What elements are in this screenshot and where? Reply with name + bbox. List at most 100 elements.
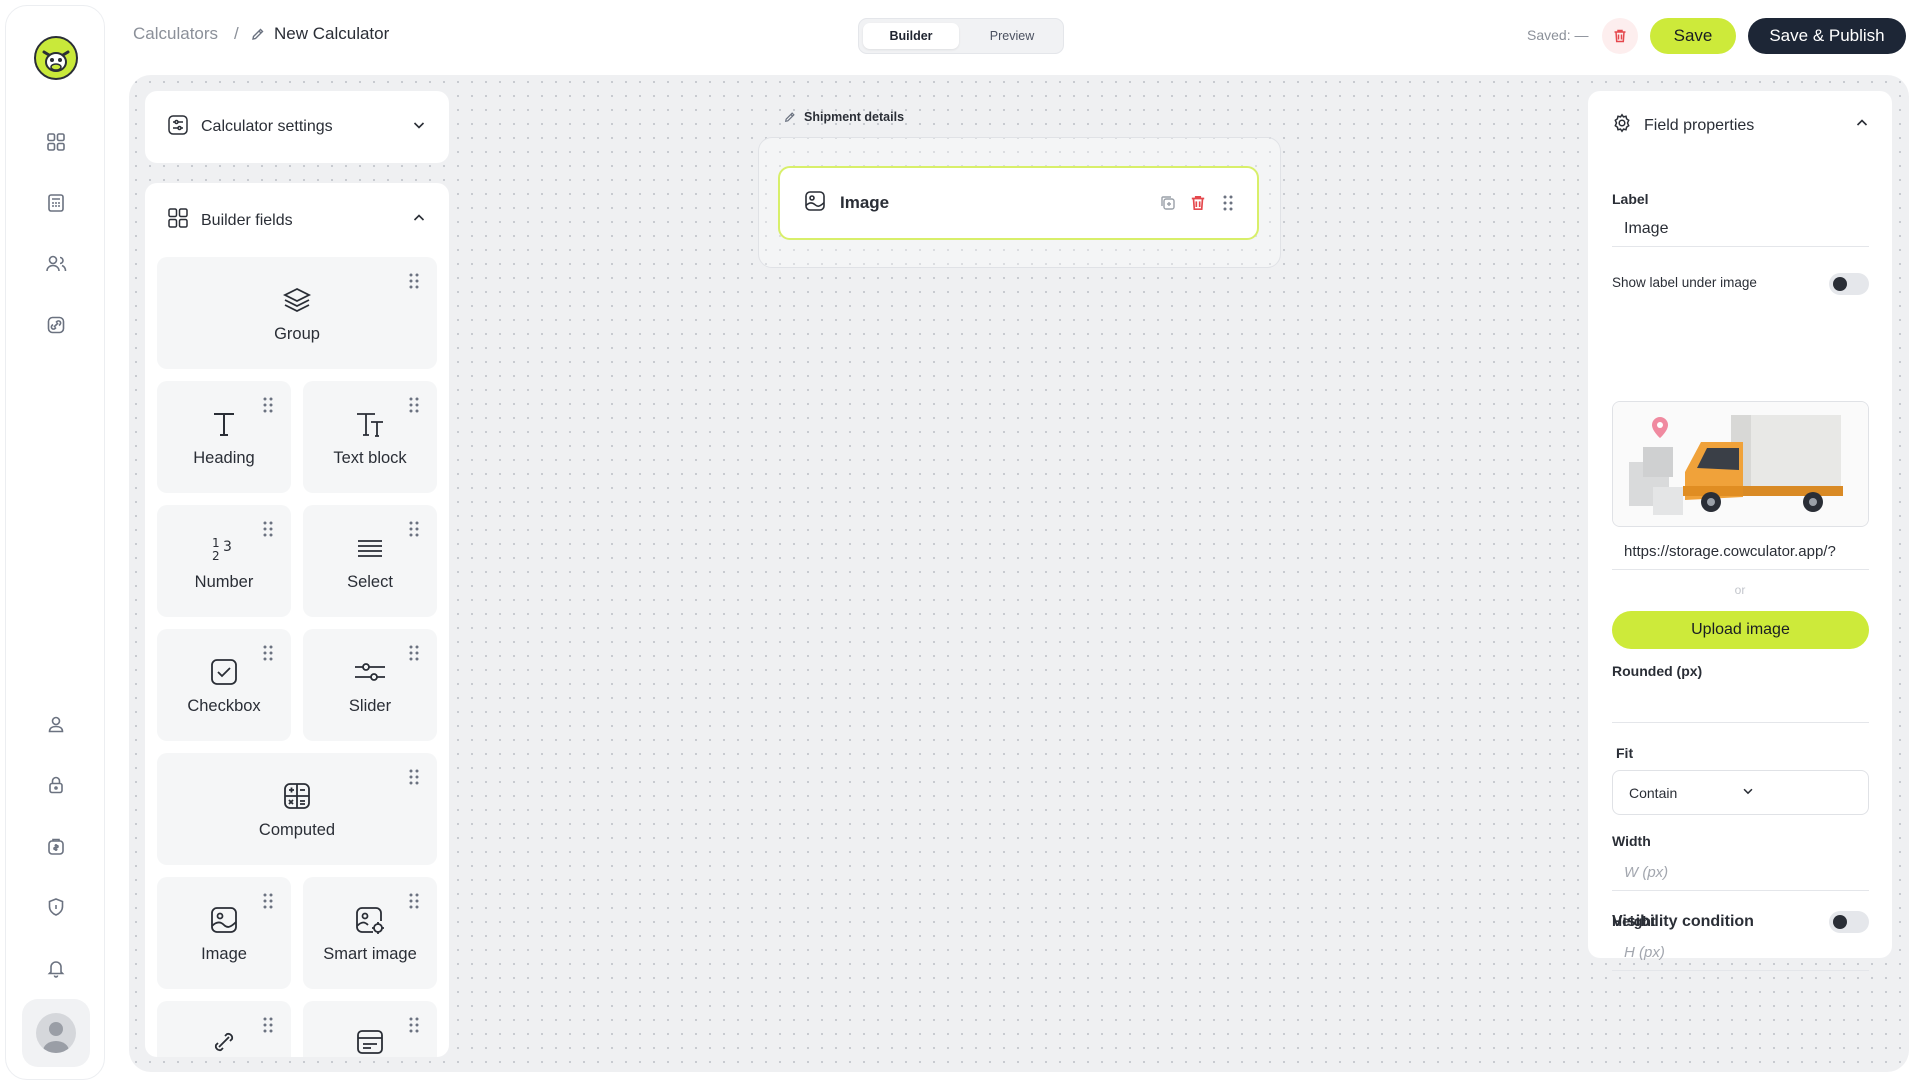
visibility-toggle[interactable] (1829, 911, 1869, 933)
avatar-icon (36, 1013, 76, 1053)
fit-select-value: Contain (1629, 784, 1678, 801)
saved-status: Saved: — (1527, 27, 1589, 43)
edit-icon[interactable] (251, 27, 265, 46)
chevron-up-icon[interactable] (411, 210, 427, 231)
chevron-down-icon (1741, 784, 1853, 801)
drag-handle-icon[interactable] (409, 893, 419, 914)
dashboard-icon[interactable] (43, 129, 69, 155)
save-publish-button[interactable]: Save & Publish (1748, 18, 1906, 54)
tab-builder[interactable]: Builder (863, 23, 959, 49)
field-tile-label: Slider (348, 696, 392, 715)
shield-icon[interactable] (43, 894, 69, 920)
billing-icon[interactable] (43, 833, 69, 859)
field-tile-label: Checkbox (187, 696, 261, 715)
cow-logo-icon[interactable] (34, 36, 78, 80)
fit-title: Fit (1616, 745, 1634, 761)
show-label-toggle[interactable] (1829, 273, 1869, 295)
number-icon: 132 (209, 531, 239, 565)
image-preview[interactable] (1612, 401, 1869, 527)
gear-icon (1612, 113, 1632, 138)
calculator-settings-panel[interactable]: Calculator settings (145, 91, 449, 163)
calculator-icon[interactable] (43, 190, 69, 216)
trash-icon[interactable] (1189, 194, 1207, 212)
heading-icon (209, 407, 239, 441)
delete-button[interactable] (1602, 18, 1638, 54)
field-tile-label: Computed (258, 820, 336, 839)
width-title: Width (1612, 833, 1651, 849)
field-tile-select[interactable]: Select (303, 505, 437, 617)
field-tile-label: Number (194, 572, 254, 591)
field-tile-image[interactable]: Image (157, 877, 291, 989)
label-input[interactable]: Image (1612, 211, 1869, 247)
layers-icon (282, 283, 312, 317)
checkbox-icon (209, 655, 239, 689)
height-input[interactable]: H (px) (1612, 935, 1869, 971)
image-url-input[interactable]: https://storage.cowculator.app/? (1612, 534, 1869, 570)
drag-handle-icon[interactable] (409, 1017, 419, 1038)
field-tile-text-block[interactable]: Text block (303, 381, 437, 493)
field-tile-label: Smart image (323, 944, 417, 963)
field-tile-slider[interactable]: Slider (303, 629, 437, 741)
grid-icon (167, 207, 189, 234)
drag-handle-icon[interactable] (409, 273, 419, 294)
drag-handle-icon[interactable] (263, 521, 273, 542)
field-tile-number[interactable]: 132 Number (157, 505, 291, 617)
upload-image-button[interactable]: Upload image (1612, 611, 1869, 649)
properties-title: Field properties (1644, 116, 1755, 134)
selected-field-card[interactable]: Image (778, 166, 1259, 240)
users-icon[interactable] (43, 251, 69, 277)
builder-fields-panel: Builder fields Group Heading Text block … (145, 183, 449, 1057)
svg-text:2: 2 (212, 549, 220, 563)
field-tile-label: Group (274, 324, 320, 343)
breadcrumb-current[interactable]: New Calculator (274, 24, 389, 44)
width-input[interactable]: W (px) (1612, 855, 1869, 891)
card-icon (355, 1025, 385, 1057)
field-tile-label: Heading (193, 448, 255, 467)
settings-title: Calculator settings (201, 118, 333, 135)
avatar[interactable] (22, 999, 90, 1067)
drag-handle-icon[interactable] (409, 397, 419, 418)
drag-handle-icon[interactable] (263, 893, 273, 914)
slider-icon (353, 655, 387, 689)
field-tile-partial[interactable] (157, 1001, 291, 1057)
drag-handle-icon[interactable] (409, 521, 419, 542)
save-button[interactable]: Save (1650, 18, 1736, 54)
link-icon[interactable] (43, 312, 69, 338)
builder-fields-title: Builder fields (201, 211, 293, 229)
drag-handle-icon[interactable] (1223, 195, 1233, 211)
tab-preview[interactable]: Preview (963, 23, 1061, 49)
field-tile-label: Select (347, 572, 393, 591)
rounded-input[interactable] (1612, 687, 1869, 723)
drag-handle-icon[interactable] (263, 645, 273, 666)
or-divider: or (1734, 583, 1746, 597)
rounded-title: Rounded (px) (1612, 663, 1703, 679)
breadcrumb-root[interactable]: Calculators (133, 24, 218, 44)
field-properties-panel: Field properties Label Image Show label … (1588, 91, 1892, 971)
user-icon[interactable] (43, 711, 69, 737)
mode-toggle: Builder Preview (858, 18, 1064, 54)
field-tile-group[interactable]: Group (157, 257, 437, 369)
field-tile-smart-image[interactable]: Smart image (303, 877, 437, 989)
text-block-icon (354, 407, 386, 441)
duplicate-icon[interactable] (1159, 194, 1177, 212)
truck-illustration (1613, 402, 1868, 526)
field-tile-heading[interactable]: Heading (157, 381, 291, 493)
image-icon (209, 903, 239, 937)
drag-handle-icon[interactable] (263, 397, 273, 418)
lock-icon[interactable] (43, 772, 69, 798)
field-tile-partial[interactable] (303, 1001, 437, 1057)
visibility-title: Visibility condition (1612, 913, 1754, 930)
drag-handle-icon[interactable] (409, 645, 419, 666)
drag-handle-icon[interactable] (263, 1017, 273, 1038)
fit-select[interactable]: Contain (1612, 770, 1869, 815)
field-tile-computed[interactable]: Computed (157, 753, 437, 865)
drag-handle-icon[interactable] (409, 769, 419, 790)
bell-icon[interactable] (43, 955, 69, 981)
computed-icon (282, 779, 312, 813)
chevron-down-icon[interactable] (411, 117, 427, 138)
svg-text:1: 1 (212, 536, 220, 550)
settings-icon (167, 114, 189, 141)
field-tile-checkbox[interactable]: Checkbox (157, 629, 291, 741)
chevron-up-icon[interactable] (1854, 115, 1870, 136)
group-title[interactable]: Shipment details (784, 110, 904, 124)
